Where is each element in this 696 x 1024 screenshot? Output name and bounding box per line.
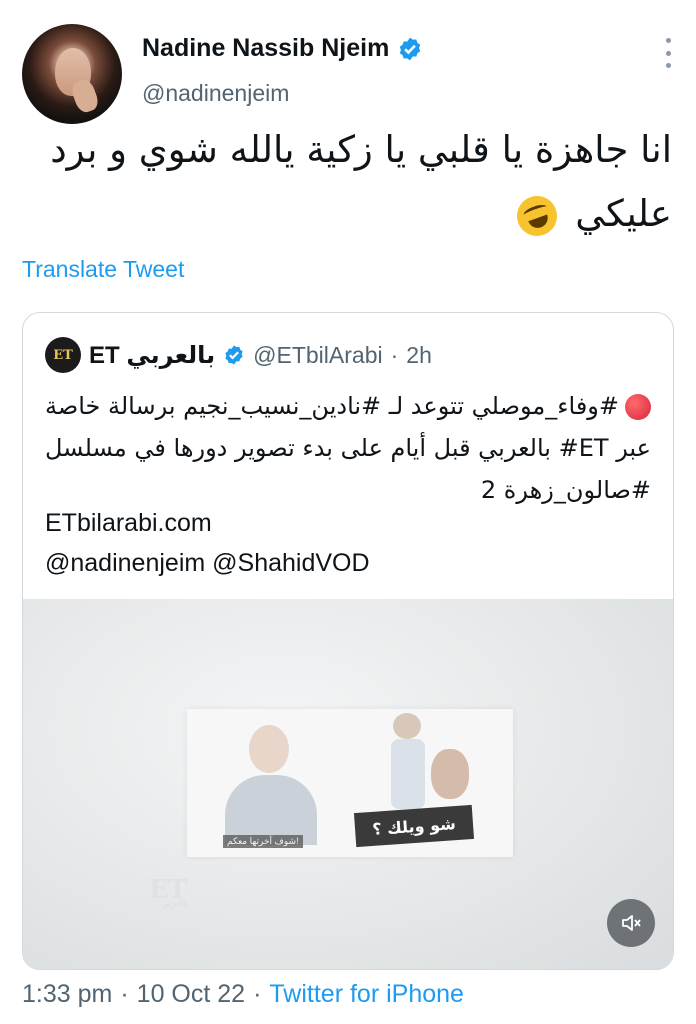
quoted-tweet-time[interactable]: 2h	[406, 342, 432, 369]
quoted-tweet-link[interactable]: ETbilarabi.com	[45, 509, 212, 538]
video-bag	[431, 749, 469, 799]
video-figure	[379, 713, 439, 813]
et-logo-avatar[interactable]: ET	[45, 337, 81, 373]
avatar-hand	[69, 77, 101, 115]
quoted-author-name[interactable]: ET بالعربي	[89, 341, 215, 370]
verified-badge-icon	[225, 345, 243, 365]
quoted-tweet-mentions[interactable]: @nadinenjeim @ShahidVOD	[45, 549, 370, 578]
video-media[interactable]: شوف آخرتها معكم! شو ويلك ؟ ET بالعربي	[23, 599, 673, 969]
mute-button[interactable]	[607, 899, 655, 947]
tweet-date[interactable]: 10 Oct 22	[137, 980, 245, 1009]
video-person	[221, 725, 321, 845]
tweet-source-link[interactable]: Twitter for iPhone	[269, 980, 464, 1009]
et-watermark-logo: ET بالعربي	[149, 875, 201, 913]
translate-tweet-link[interactable]: Translate Tweet	[22, 256, 184, 283]
separator-dot: ·	[253, 980, 262, 1008]
rolling-on-floor-laughing-icon	[511, 189, 564, 242]
tweet-time[interactable]: 1:33 pm	[22, 980, 112, 1009]
separator-dot: ·	[390, 341, 399, 368]
tweet-header: Nadine Nassib Njeim @nadinenjeim	[20, 16, 676, 126]
quoted-author-handle[interactable]: @ETbilArabi	[253, 342, 382, 369]
red-circle-icon	[625, 394, 651, 420]
quoted-tweet-header: ET ET بالعربي @ETbilArabi · 2h	[45, 337, 432, 373]
speaker-muted-icon	[622, 915, 641, 931]
video-frame: شوف آخرتها معكم! شو ويلك ؟	[187, 709, 513, 857]
tweet-footer: 1:33 pm · 10 Oct 22 · Twitter for iPhone	[22, 980, 464, 1009]
author-avatar[interactable]	[22, 24, 122, 124]
author-name-row[interactable]: Nadine Nassib Njeim	[142, 34, 423, 63]
verified-badge-icon	[400, 37, 421, 60]
tweet-text: انا جاهزة يا قلبي يا زكية يالله شوي و بر…	[32, 118, 672, 246]
video-speech-label: شو ويلك ؟	[353, 804, 475, 848]
separator-dot: ·	[120, 980, 129, 1008]
tweet-body: انا جاهزة يا قلبي يا زكية يالله شوي و بر…	[50, 128, 672, 235]
quoted-tweet-body: #وفاء_موصلي تتوعد لـ #نادين_نسيب_نجيم بر…	[44, 392, 651, 504]
author-name[interactable]: Nadine Nassib Njeim	[142, 34, 389, 63]
video-caption: شوف آخرتها معكم!	[223, 835, 303, 848]
author-handle[interactable]: @nadinenjeim	[142, 80, 289, 107]
quoted-tweet-text: #وفاء_موصلي تتوعد لـ #نادين_نسيب_نجيم بر…	[41, 385, 651, 511]
quoted-tweet-card[interactable]: ET ET بالعربي @ETbilArabi · 2h #وفاء_موص…	[22, 312, 674, 970]
more-options-icon[interactable]	[664, 38, 672, 68]
